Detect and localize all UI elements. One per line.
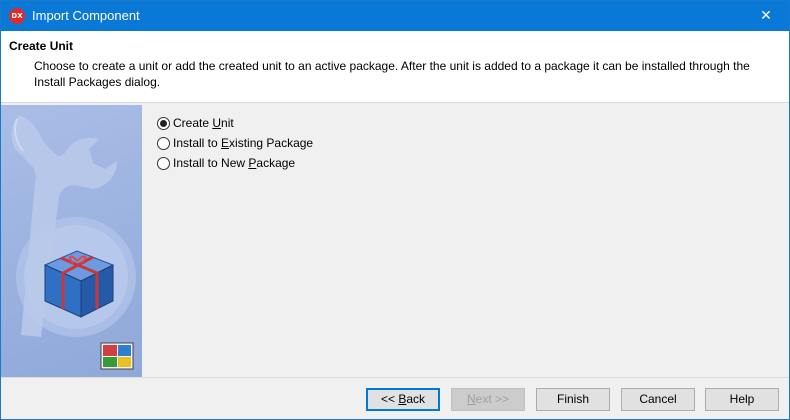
finish-button[interactable]: Finish	[536, 388, 610, 411]
option-install-new-package[interactable]: Install to New Package	[157, 153, 313, 173]
window-title: Import Component	[32, 8, 140, 23]
back-button[interactable]: << Back	[366, 388, 440, 411]
help-button[interactable]: Help	[705, 388, 779, 411]
title-bar[interactable]: DX Import Component ✕	[1, 1, 789, 31]
create-unit-label[interactable]: Create Unit	[173, 116, 234, 130]
option-install-existing-package[interactable]: Install to Existing Package	[157, 133, 313, 153]
install-existing-package-label[interactable]: Install to Existing Package	[173, 136, 313, 150]
footer-divider	[1, 377, 789, 378]
unit-options-group: Create Unit Install to Existing Package …	[157, 113, 313, 173]
wizard-header: Create Unit Choose to create a unit or a…	[1, 31, 789, 103]
install-new-package-radio[interactable]	[157, 156, 170, 170]
page-description: Choose to create a unit or add the creat…	[34, 59, 750, 89]
install-existing-package-radio[interactable]	[157, 136, 170, 150]
option-create-unit[interactable]: Create Unit	[157, 113, 313, 133]
create-unit-radio[interactable]	[157, 116, 170, 130]
windows-tile-icon	[100, 342, 134, 370]
close-icon[interactable]: ✕	[743, 1, 789, 31]
install-new-package-label[interactable]: Install to New Package	[173, 156, 295, 170]
cancel-button[interactable]: Cancel	[621, 388, 695, 411]
app-icon: DX	[9, 8, 25, 24]
import-component-dialog: DX Import Component ✕ Create Unit Choose…	[0, 0, 790, 420]
wrench-and-package-box-icon	[11, 115, 136, 370]
next-button[interactable]: Next >>	[451, 388, 525, 411]
page-title: Create Unit	[9, 39, 74, 53]
side-illustration-panel	[1, 105, 142, 377]
